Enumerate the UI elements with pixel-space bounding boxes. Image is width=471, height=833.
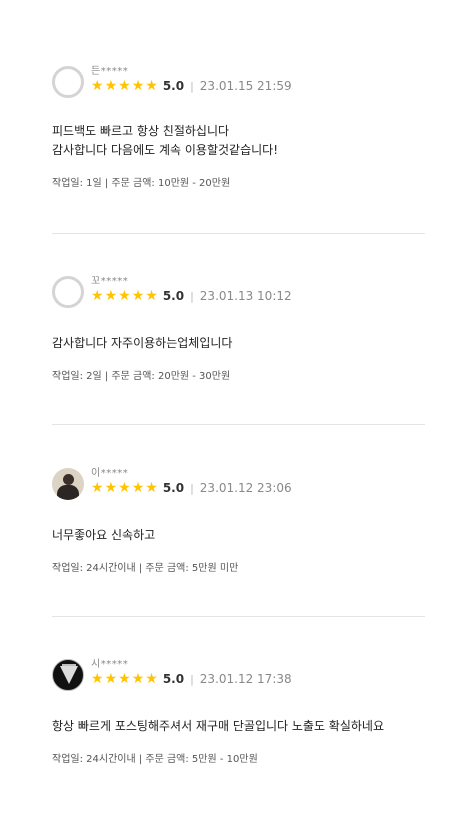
star-rating: ★ ★ ★ ★ ★ [91, 79, 159, 93]
default-avatar-icon [52, 276, 84, 308]
star-icon: ★ [91, 480, 104, 496]
rating-score: 5.0 [162, 79, 185, 93]
star-icon: ★ [118, 288, 131, 304]
divider [52, 424, 425, 425]
review-header: 꼬***** ★ ★ ★ ★ ★ 5.0 | 23.01.13 10:12 [52, 272, 425, 312]
review-date: 23.01.15 21:59 [199, 79, 292, 93]
review-content: 감사합니다 자주이용하는업체입니다 [52, 336, 233, 350]
rating-line: ★ ★ ★ ★ ★ 5.0 | 23.01.12 23:06 [91, 481, 292, 495]
star-icon: ★ [104, 480, 118, 496]
divider [52, 233, 425, 234]
review-item: 시***** ★ ★ ★ ★ ★ 5.0 | 23.01.12 17:38 항상… [52, 655, 425, 765]
review-item: 이***** ★ ★ ★ ★ ★ 5.0 | 23.01.12 23:06 너무… [52, 464, 425, 574]
rating-line: ★ ★ ★ ★ ★ 5.0 | 23.01.13 10:12 [91, 289, 292, 303]
rating-line: ★ ★ ★ ★ ★ 5.0 | 23.01.12 17:38 [91, 672, 292, 686]
reviewer-nickname: 꼬***** [91, 276, 129, 287]
star-icon: ★ [131, 78, 145, 94]
star-icon: ★ [131, 671, 145, 687]
rating-score: 5.0 [162, 481, 185, 495]
separator: | [190, 672, 194, 686]
review-meta: 작업일: 24시간이내 | 주문 금액: 5만원 - 10만원 [52, 754, 258, 765]
star-icon: ★ [131, 288, 145, 304]
rating-score: 5.0 [162, 672, 185, 686]
reviewer-nickname: 이***** [91, 468, 129, 479]
star-icon: ★ [118, 480, 131, 496]
reviewer-nickname: 든***** [91, 66, 129, 77]
review-header: 시***** ★ ★ ★ ★ ★ 5.0 | 23.01.12 17:38 [52, 655, 425, 695]
star-icon: ★ [91, 288, 104, 304]
star-icon: ★ [145, 480, 158, 496]
review-header: 든***** ★ ★ ★ ★ ★ 5.0 | 23.01.15 21:59 [52, 62, 425, 102]
review-date: 23.01.12 23:06 [199, 481, 292, 495]
star-icon: ★ [118, 671, 131, 687]
review-item: 꼬***** ★ ★ ★ ★ ★ 5.0 | 23.01.13 10:12 감사… [52, 272, 425, 382]
review-meta: 작업일: 1일 | 주문 금액: 10만원 - 20만원 [52, 178, 231, 189]
star-icon: ★ [118, 78, 131, 94]
review-content: 피드백도 빠르고 항상 친절하십니다 감사합니다 다음에도 계속 이용할것같습니… [52, 124, 279, 157]
gem-avatar-icon [52, 659, 84, 691]
review-content: 항상 빠르게 포스팅해주셔서 재구매 단골입니다 노출도 확실하네요 [52, 719, 385, 733]
star-icon: ★ [145, 671, 158, 687]
star-rating: ★ ★ ★ ★ ★ [91, 289, 159, 303]
photo-avatar-icon [52, 468, 84, 500]
separator: | [190, 289, 194, 303]
review-meta: 작업일: 2일 | 주문 금액: 20만원 - 30만원 [52, 371, 231, 382]
review-date: 23.01.13 10:12 [199, 289, 292, 303]
star-icon: ★ [104, 78, 118, 94]
separator: | [190, 79, 194, 93]
star-icon: ★ [91, 671, 104, 687]
review-content: 너무좋아요 신속하고 [52, 528, 156, 542]
review-list: 든***** ★ ★ ★ ★ ★ 5.0 | 23.01.15 21:59 피드… [0, 0, 471, 833]
default-avatar-icon [52, 66, 84, 98]
divider [52, 616, 425, 617]
star-icon: ★ [91, 78, 104, 94]
rating-score: 5.0 [162, 289, 185, 303]
review-item: 든***** ★ ★ ★ ★ ★ 5.0 | 23.01.15 21:59 피드… [52, 62, 425, 189]
star-icon: ★ [131, 480, 145, 496]
star-rating: ★ ★ ★ ★ ★ [91, 672, 159, 686]
star-rating: ★ ★ ★ ★ ★ [91, 481, 159, 495]
review-meta: 작업일: 24시간이내 | 주문 금액: 5만원 미만 [52, 563, 239, 574]
reviewer-nickname: 시***** [91, 659, 129, 670]
review-date: 23.01.12 17:38 [199, 672, 292, 686]
star-icon: ★ [145, 288, 158, 304]
star-icon: ★ [104, 288, 118, 304]
review-header: 이***** ★ ★ ★ ★ ★ 5.0 | 23.01.12 23:06 [52, 464, 425, 504]
star-icon: ★ [145, 78, 158, 94]
star-icon: ★ [104, 671, 118, 687]
rating-line: ★ ★ ★ ★ ★ 5.0 | 23.01.15 21:59 [91, 79, 292, 93]
separator: | [190, 481, 194, 495]
